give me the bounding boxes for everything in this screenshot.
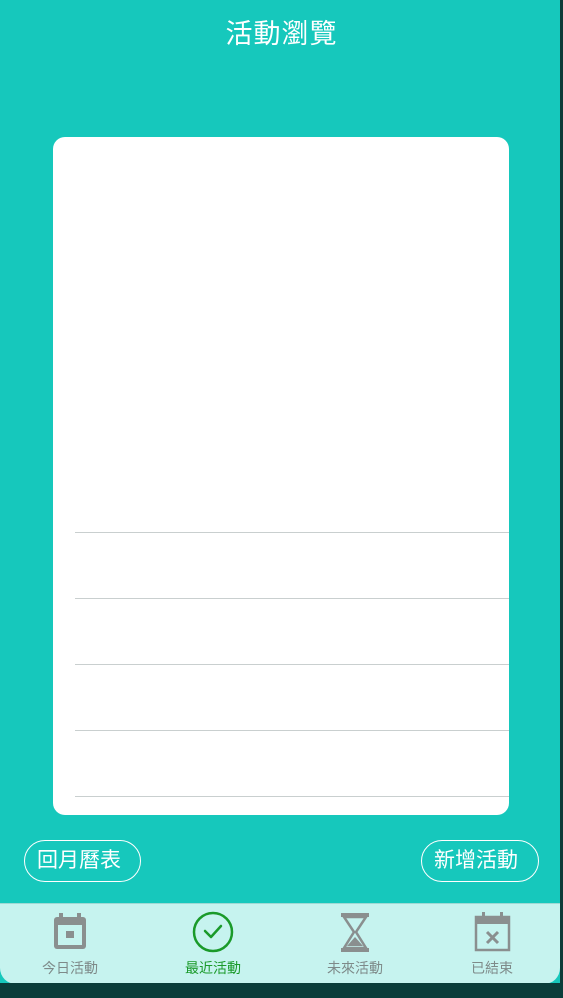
page-title: 活動瀏覽 bbox=[225, 19, 338, 50]
tab-ended-events[interactable]: 已結束 bbox=[432, 904, 552, 984]
list-row-divider bbox=[75, 532, 509, 533]
check-circle-icon bbox=[189, 910, 237, 954]
list-row-divider bbox=[75, 664, 509, 665]
tab-label: 未來活動 bbox=[327, 961, 383, 977]
tab-today-events[interactable]: 今日活動 bbox=[10, 904, 130, 984]
list-row-divider bbox=[75, 730, 509, 731]
tab-label: 最近活動 bbox=[185, 961, 241, 977]
add-event-button[interactable]: 新增活動 bbox=[421, 840, 539, 882]
event-list-card bbox=[53, 137, 509, 815]
list-row-divider bbox=[75, 598, 509, 599]
calendar-icon bbox=[46, 910, 94, 954]
calendar-x-icon bbox=[468, 910, 516, 954]
bottom-tab-bar: 今日活動 最近活動 未來活動 已結束 bbox=[0, 903, 560, 984]
bottom-edge bbox=[0, 983, 563, 998]
tab-recent-events[interactable]: 最近活動 bbox=[153, 904, 273, 984]
tab-label: 今日活動 bbox=[42, 961, 98, 977]
back-to-calendar-button[interactable]: 回月曆表 bbox=[24, 840, 141, 882]
tab-label: 已結束 bbox=[471, 961, 513, 977]
tab-future-events[interactable]: 未來活動 bbox=[295, 904, 415, 984]
hourglass-icon bbox=[331, 910, 379, 954]
list-row-divider bbox=[75, 796, 509, 797]
